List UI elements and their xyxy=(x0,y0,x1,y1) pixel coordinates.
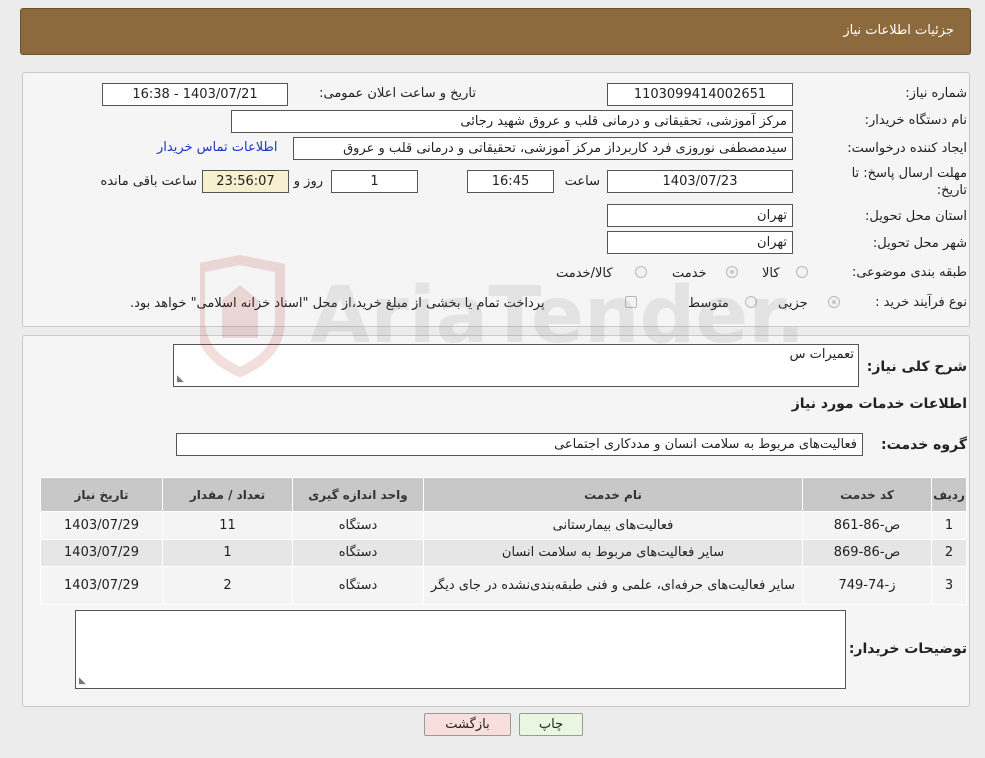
summary-textarea[interactable]: تعمیرات س ◢ xyxy=(173,344,859,387)
table-row: 3 ز-74-749 سایر فعالیت‌های حرفه‌ای، علمی… xyxy=(40,566,967,605)
city-label: شهر محل تحویل: xyxy=(872,236,967,251)
col-name: نام خدمت xyxy=(423,477,803,512)
summary-text: تعمیرات س xyxy=(789,347,854,362)
service-code: ز-74-749 xyxy=(802,566,932,605)
category-option-goods: کالا xyxy=(762,266,780,281)
need-number-field: 1103099414002651 xyxy=(607,83,793,106)
page-header: جزئیات اطلاعات نیاز xyxy=(20,8,971,55)
resize-grip-icon[interactable]: ◢ xyxy=(177,374,184,384)
need-date: 1403/07/29 xyxy=(40,511,163,540)
col-code: کد خدمت xyxy=(802,477,932,512)
buyer-notes-label: توضیحات خریدار: xyxy=(848,641,967,657)
service-name: سایر فعالیت‌های حرفه‌ای، علمی و فنی طبقه… xyxy=(423,566,803,605)
row-number: 3 xyxy=(931,566,967,605)
purchase-radio-medium[interactable] xyxy=(745,296,757,308)
purchase-option-minor: جزیی xyxy=(778,296,808,311)
need-date: 1403/07/29 xyxy=(40,566,163,605)
row-number: 1 xyxy=(931,511,967,540)
buyer-notes-textarea[interactable]: ◢ xyxy=(75,610,846,689)
purchase-radio-minor[interactable] xyxy=(828,296,840,308)
col-date: تاریخ نیاز xyxy=(40,477,163,512)
need-date: 1403/07/29 xyxy=(40,539,163,567)
service-group-field: فعالیت‌های مربوط به سلامت انسان و مددکار… xyxy=(176,433,863,456)
service-code: ص-86-869 xyxy=(802,539,932,567)
quantity: 11 xyxy=(162,511,293,540)
category-label: طبقه بندی موضوعی: xyxy=(851,265,967,280)
col-qty: تعداد / مقدار xyxy=(162,477,293,512)
province-field: تهران xyxy=(607,204,793,227)
remaining-time-field: 23:56:07 xyxy=(202,170,289,193)
province-label: استان محل تحویل: xyxy=(865,209,967,224)
buyer-contact-link[interactable]: اطلاعات تماس خریدار xyxy=(157,140,277,155)
deadline-hour-label: ساعت xyxy=(564,174,600,189)
service-name: فعالیت‌های بیمارستانی xyxy=(423,511,803,540)
announce-field: 1403/07/21 - 16:38 xyxy=(102,83,288,106)
city-field: تهران xyxy=(607,231,793,254)
days-label: روز و xyxy=(293,174,323,189)
unit: دستگاه xyxy=(292,566,424,605)
deadline-label-date: تاریخ: xyxy=(936,183,967,198)
quantity: 1 xyxy=(162,539,293,567)
deadline-label: مهلت ارسال پاسخ: تا xyxy=(851,166,967,181)
table-row: 1 ص-86-861 فعالیت‌های بیمارستانی دستگاه … xyxy=(40,511,967,540)
row-number: 2 xyxy=(931,539,967,567)
services-table: ردیف کد خدمت نام خدمت واحد اندازه گیری ت… xyxy=(40,477,967,605)
service-code: ص-86-861 xyxy=(802,511,932,540)
page-title: جزئیات اطلاعات نیاز xyxy=(843,23,954,38)
payment-note: پرداخت تمام یا بخشی از مبلغ خرید،از محل … xyxy=(130,296,545,311)
table-header-row: ردیف کد خدمت نام خدمت واحد اندازه گیری ت… xyxy=(40,477,967,512)
treasury-bond-checkbox[interactable] xyxy=(625,296,637,308)
need-number-label: شماره نیاز: xyxy=(905,86,967,101)
creator-field: سیدمصطفی نوروزی فرد کاربرداز مرکز آموزشی… xyxy=(293,137,793,160)
remaining-label: ساعت باقی مانده xyxy=(100,174,197,189)
category-radio-goods-service[interactable] xyxy=(635,266,647,278)
print-button[interactable]: چاپ xyxy=(519,713,583,736)
purchase-option-medium: متوسط xyxy=(688,296,729,311)
days-field: 1 xyxy=(331,170,418,193)
services-heading: اطلاعات خدمات مورد نیاز xyxy=(791,396,967,412)
buyer-org-label: نام دستگاه خریدار: xyxy=(864,113,967,128)
category-radio-service[interactable] xyxy=(726,266,738,278)
unit: دستگاه xyxy=(292,511,424,540)
service-name: سایر فعالیت‌های مربوط به سلامت انسان xyxy=(423,539,803,567)
col-unit: واحد اندازه گیری xyxy=(292,477,424,512)
quantity: 2 xyxy=(162,566,293,605)
deadline-time-field: 16:45 xyxy=(467,170,554,193)
category-radio-goods[interactable] xyxy=(796,266,808,278)
col-row: ردیف xyxy=(931,477,967,512)
deadline-date-field: 1403/07/23 xyxy=(607,170,793,193)
summary-label: شرح کلی نیاز: xyxy=(866,359,967,375)
table-row: 2 ص-86-869 سایر فعالیت‌های مربوط به سلام… xyxy=(40,539,967,567)
unit: دستگاه xyxy=(292,539,424,567)
category-option-goods-service: کالا/خدمت xyxy=(556,266,613,281)
creator-label: ایجاد کننده درخواست: xyxy=(847,141,967,156)
back-button[interactable]: بازگشت xyxy=(424,713,511,736)
resize-grip-icon[interactable]: ◢ xyxy=(79,676,86,686)
buyer-org-field: مرکز آموزشی، تحقیقاتی و درمانی قلب و عرو… xyxy=(231,110,793,133)
service-group-label: گروه خدمت: xyxy=(881,437,967,453)
announce-label: تاریخ و ساعت اعلان عمومی: xyxy=(319,86,476,101)
purchase-type-label: نوع فرآیند خرید : xyxy=(875,295,967,310)
category-option-service: خدمت xyxy=(672,266,707,281)
